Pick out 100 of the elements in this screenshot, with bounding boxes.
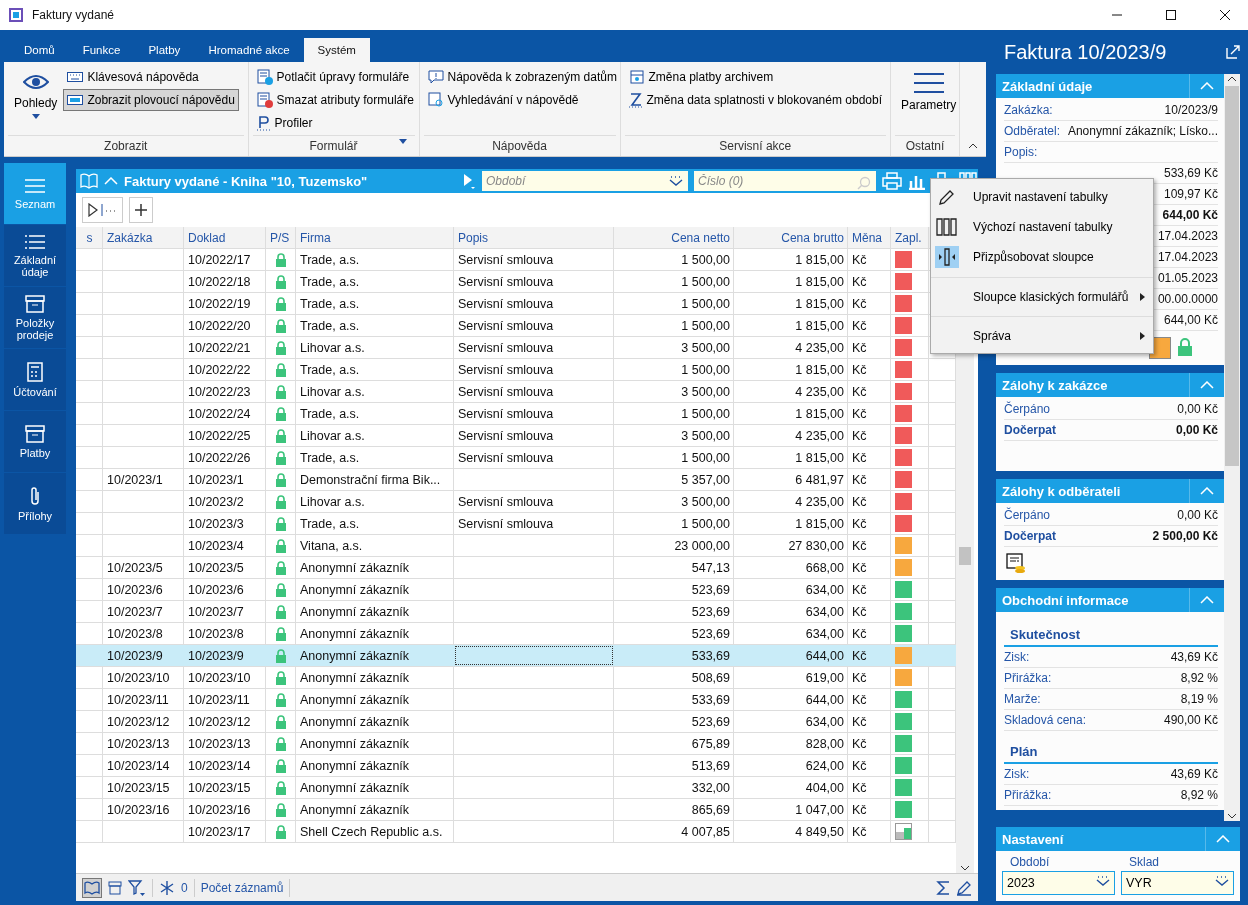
menu-item[interactable]: Správa [931,316,1153,350]
table-cell-text: 10/2023/11 [106,691,170,709]
dropdown-icon[interactable] [1096,876,1110,886]
number-search-field[interactable]: Číslo (0) [694,171,876,191]
table-cell-text: Trade, a.s. [299,295,361,313]
column-header[interactable]: Doklad [184,227,266,248]
filter-icon[interactable] [128,879,146,896]
scrollbar-thumb[interactable] [1225,86,1239,466]
nav-item[interactable]: Položky prodeje [4,287,66,348]
ribbon-tab[interactable]: Domů [10,38,69,62]
plus-icon [135,204,147,216]
collapse-icon[interactable] [1200,82,1214,90]
form-delete-icon [256,92,273,108]
snowflake-icon[interactable] [159,879,175,896]
column-header[interactable]: P/S [266,227,296,248]
ribbon-button[interactable]: Změna platby archivem [624,66,886,88]
caret-icon[interactable] [398,139,407,144]
book-icon[interactable] [82,877,102,898]
column-header[interactable]: s [76,227,103,248]
nav-item[interactable]: Účtování [4,349,66,410]
detail-title: Faktura 10/2023/9 [1004,40,1168,64]
table-cell-text: Kč [851,427,868,445]
table-cell-text: 10/2023/15 [187,779,252,797]
ribbon-button[interactable]: Vyhledávání v nápovědě [423,89,621,111]
sum-icon[interactable] [936,879,950,896]
menu-item[interactable]: Sloupce klasických formulářů [931,277,1153,311]
field-label: Sklad [1128,855,1161,871]
menu-item[interactable]: Upravit nastavení tabulky [931,182,1153,212]
period-field[interactable]: Období [482,171,688,191]
pencil-icon[interactable] [956,879,972,896]
scroll-up-icon[interactable] [1227,76,1237,82]
ribbon-button[interactable]: Parametry [895,66,963,135]
menu-item[interactable]: Výchozí nastavení tabulky [931,212,1153,242]
ribbon-button[interactable]: Klávesová nápověda [63,66,239,88]
collapse-ribbon-icon[interactable] [968,143,978,149]
table-cell-text: Kč [851,779,868,797]
dropdown-field[interactable]: 2023 [1002,871,1115,895]
table-cell-text: Kč [851,515,868,533]
table-cell-text: 1 815,00 [794,251,845,269]
ribbon-button[interactable]: Profiler [252,112,418,134]
dropdown-icon[interactable] [1215,876,1229,886]
field-label: Čerpáno [1004,402,1051,416]
field-value: 0,00 Kč [1177,508,1218,522]
ribbon-button[interactable]: Potlačit úpravy formuláře [252,66,418,88]
nav-item[interactable]: Přílohy [4,473,66,534]
collapse-icon[interactable] [1216,835,1230,843]
scroll-down-icon[interactable] [960,865,970,871]
collapse-icon[interactable] [104,177,118,185]
pencil-icon [938,188,956,206]
ribbon-tab[interactable]: Platby [134,38,195,62]
ribbon-button[interactable]: Smazat atributy formuláře [252,89,418,111]
column-header[interactable]: Firma [296,227,454,248]
record-count-label[interactable]: Počet záznamů [200,880,284,895]
collapse-icon[interactable] [1200,487,1214,495]
print-icon[interactable] [882,172,902,190]
table-cell-text: 10/2023/4 [187,537,245,555]
ribbon-tab[interactable]: Systém [303,38,370,62]
column-header[interactable]: Měna [848,227,891,248]
add-button[interactable] [129,197,153,223]
scroll-down-icon[interactable] [1227,813,1237,819]
close-icon[interactable] [1219,9,1231,21]
table-cell-text: 10/2023/1 [187,471,245,489]
pop-out-icon[interactable] [1226,45,1240,59]
table-cell-text: 10/2022/24 [187,405,252,423]
column-header[interactable]: Cena brutto [734,227,848,248]
column-header[interactable]: Popis [454,227,614,248]
ribbon-tab[interactable]: Hromadné akce [194,38,304,62]
table-cell-text: 644,00 [804,691,845,709]
table-cell-text: Kč [851,295,868,313]
maximize-icon[interactable] [1165,9,1177,21]
table-cell-text: 1 815,00 [794,295,845,313]
dropdown-field[interactable]: VYR [1121,871,1234,895]
nav-item[interactable]: Základní údaje [4,225,66,286]
box-icon[interactable] [108,880,122,895]
scrollbar-thumb[interactable] [959,547,971,565]
collapse-icon[interactable] [1200,596,1214,604]
ribbon-button[interactable]: Nápověda k zobrazeným datům [423,66,621,88]
collapse-icon[interactable] [1200,381,1214,389]
ribbon-button[interactable]: Pohledy [8,66,64,135]
table-cell-text: 10/2023/13 [106,735,171,753]
table-cell-text: 547,13 [690,559,731,577]
section-title: Základní údaje [1002,78,1094,94]
table-cell-text: 508,69 [690,669,731,687]
column-header[interactable]: Zapl. [891,227,929,248]
column-header[interactable]: Zakázka [103,227,184,248]
table-cell-text: 3 500,00 [680,383,731,401]
dropdown-icon[interactable] [669,176,683,186]
ribbon-tab[interactable]: Funkce [68,38,135,62]
menu-item[interactable]: Přizpůsobovat sloupce [931,242,1153,272]
ribbon-button[interactable]: Změna data splatnosti v blokovaném období [624,89,886,111]
ribbon-button[interactable]: Zobrazit plovoucí nápovědu [63,89,239,111]
table-cell-text: 523,69 [690,603,731,621]
column-header[interactable]: Cena netto [614,227,734,248]
help-bubble-icon [427,69,444,85]
table-cell-text: Trade, a.s. [299,449,361,467]
table-cell-text: Trade, a.s. [299,251,361,269]
nav-item[interactable]: Platby [4,411,66,472]
play-menu-icon[interactable] [462,173,476,189]
table-cell-text: 10/2023/12 [106,713,171,731]
run-button[interactable] [82,197,123,223]
